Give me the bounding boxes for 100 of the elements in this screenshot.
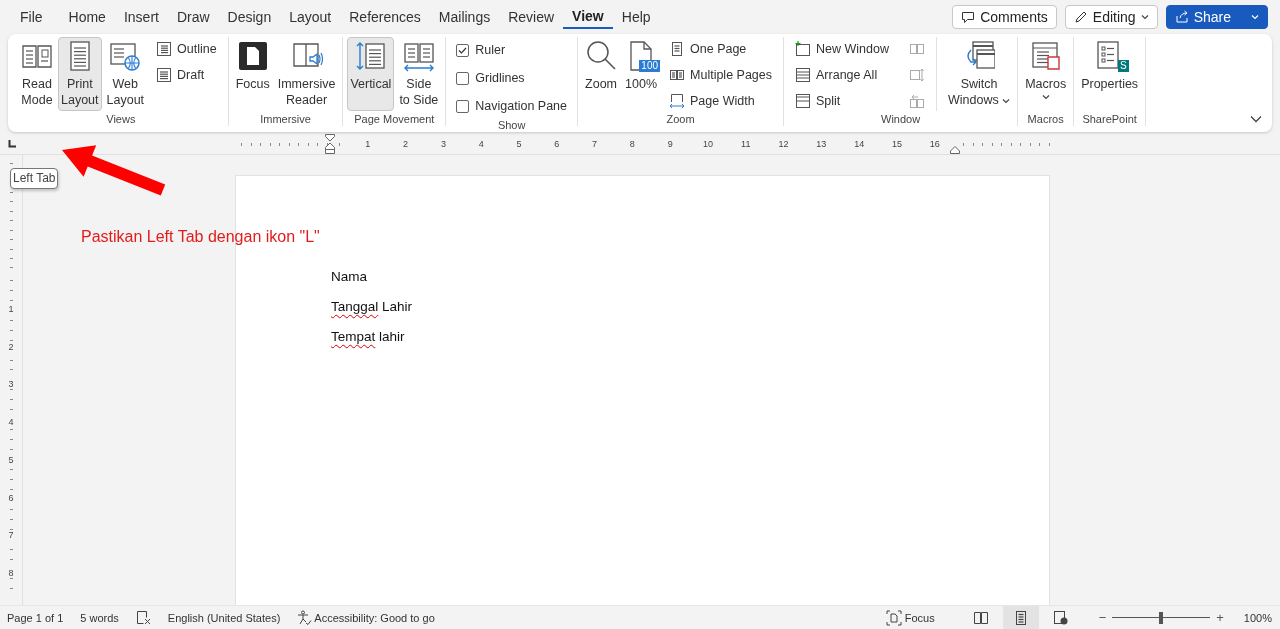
ribbon-button[interactable]: Zoom xyxy=(582,37,621,111)
zoom-in-button[interactable]: + xyxy=(1216,610,1224,625)
page-width-icon xyxy=(669,93,686,109)
checkbox-option[interactable]: Navigation Pane xyxy=(454,95,570,117)
open-book-icon xyxy=(972,609,989,626)
ruler-number: 1 xyxy=(8,303,14,314)
share-icon xyxy=(1174,10,1189,24)
document-text-line: Tanggal Lahir xyxy=(331,299,413,315)
status-text[interactable]: English (United States) xyxy=(167,611,281,624)
split-window-icon xyxy=(795,93,812,109)
checkbox[interactable] xyxy=(456,71,470,85)
side-by-side-icon xyxy=(908,41,925,57)
ribbon-button[interactable]: Vertical xyxy=(347,37,395,111)
ribbon-button[interactable]: Arrange All xyxy=(792,65,881,85)
indent-marker-icon xyxy=(950,146,960,154)
group-label: SharePoint xyxy=(1082,112,1137,126)
document-text-line: Nama xyxy=(331,269,367,285)
focus-frame-icon xyxy=(885,609,902,626)
caret-icon xyxy=(1140,14,1149,20)
checkbox-option[interactable]: Ruler xyxy=(454,39,508,61)
ribbon-button[interactable]: Immersive Reader xyxy=(274,37,339,111)
ribbon-button[interactable]: Page Width xyxy=(666,91,758,111)
ribbon-button[interactable]: 100 100% xyxy=(622,37,661,111)
ruler-number: 8 xyxy=(8,568,14,579)
chevron-down-icon xyxy=(1250,115,1262,123)
ribbon-button[interactable]: New Window xyxy=(792,39,892,59)
ribbon-button[interactable]: Multiple Pages xyxy=(666,65,776,85)
ribbon-button[interactable]: Split xyxy=(792,91,844,111)
indent-marker-icon xyxy=(325,134,335,154)
focus-button[interactable]: Focus xyxy=(885,609,935,626)
menu-tab[interactable]: Insert xyxy=(114,5,168,29)
ribbon-button[interactable]: Side to Side xyxy=(396,37,442,111)
ribbon-button[interactable]: Outline xyxy=(153,39,220,59)
share-button[interactable]: Share xyxy=(1165,5,1268,29)
document-text-line: Tempat lahir xyxy=(331,329,405,345)
group-label: Show xyxy=(497,118,526,132)
menu-tab[interactable]: File xyxy=(20,5,52,29)
zoom-percentage[interactable]: 100% xyxy=(1243,611,1272,624)
menu-tab[interactable]: View xyxy=(563,5,613,29)
ribbon-button[interactable]: One Page xyxy=(666,39,750,59)
checkbox[interactable] xyxy=(456,43,470,57)
status-text[interactable]: 5 words xyxy=(80,611,119,624)
page-arrows-icon xyxy=(908,67,925,83)
ribbon-button[interactable]: Print Layout xyxy=(58,37,102,111)
checkbox[interactable] xyxy=(456,99,470,113)
ribbon-button[interactable]: S Properties xyxy=(1078,37,1142,111)
proofing-button[interactable] xyxy=(135,610,151,625)
ribbon-button[interactable]: Focus xyxy=(232,37,273,111)
pencil-icon xyxy=(1073,10,1088,24)
ruler-number: 6 xyxy=(8,492,14,503)
group-label: Zoom xyxy=(666,112,695,126)
vertical-arrow-page-icon xyxy=(354,40,387,72)
page-globe-icon xyxy=(109,40,142,72)
ribbon-button[interactable]: Macros xyxy=(1022,37,1070,111)
group-label: Immersive xyxy=(260,112,311,126)
menu-tab[interactable]: Help xyxy=(612,5,660,29)
ribbon-button[interactable]: Read Mode xyxy=(18,37,56,111)
document-scroll-icon xyxy=(1029,40,1062,72)
ruler-number: 5 xyxy=(8,454,14,465)
zoom-badge: 100 xyxy=(639,60,661,72)
left-tab-icon xyxy=(8,140,16,148)
document-x-icon xyxy=(135,610,151,625)
status-text[interactable]: Page 1 of 1 xyxy=(7,611,64,624)
zoom-out-button[interactable]: − xyxy=(1098,610,1107,625)
annotation-text: Pastikan Left Tab dengan ikon "L" xyxy=(81,228,320,246)
menu-tab[interactable]: Draw xyxy=(167,5,219,29)
ruler-number: 3 xyxy=(8,379,14,390)
stacked-windows-icon xyxy=(795,67,812,83)
page-globe-icon xyxy=(1052,609,1069,626)
speech-bubble-icon xyxy=(961,10,976,24)
editing-button[interactable]: Editing xyxy=(1064,5,1158,29)
accessibility-status[interactable]: Accessibility: Good to go xyxy=(297,610,435,625)
group-label: Page Movement xyxy=(354,112,435,126)
menu-tab[interactable]: Design xyxy=(218,5,281,29)
group-label: Views xyxy=(106,112,136,126)
ribbon-button[interactable]: Switch Windows xyxy=(944,37,1014,111)
two-pages-arrow-icon xyxy=(402,40,435,72)
menu-tab[interactable]: Mailings xyxy=(429,5,500,29)
menu-tab[interactable]: Review xyxy=(499,5,564,29)
slider-thumb[interactable] xyxy=(1159,611,1164,624)
group-label: Macros xyxy=(1027,112,1064,126)
new-window-icon xyxy=(795,41,812,57)
menu-tab[interactable]: References xyxy=(340,5,430,29)
ruler-number: 2 xyxy=(8,341,14,352)
ruler-number: 4 xyxy=(8,417,14,428)
pages-arrow-icon xyxy=(908,93,925,109)
comments-button[interactable]: Comments xyxy=(952,5,1057,29)
menu-tab[interactable]: Layout xyxy=(280,5,341,29)
ribbon-button[interactable]: Web Layout xyxy=(103,37,148,111)
group-label: Window xyxy=(881,112,921,126)
checkbox-option[interactable]: Gridlines xyxy=(454,67,527,89)
letter-badge: S xyxy=(1117,60,1129,72)
tooltip: Left Tab xyxy=(10,168,59,189)
two-pages-icon xyxy=(669,67,686,83)
outline-icon xyxy=(156,41,173,57)
ribbon-button[interactable]: Draft xyxy=(153,65,208,85)
view-button[interactable] xyxy=(1002,606,1039,629)
menu-tab[interactable]: Home xyxy=(59,5,115,29)
accessibility-check-icon xyxy=(297,610,313,625)
ruler-number: 7 xyxy=(8,530,14,541)
